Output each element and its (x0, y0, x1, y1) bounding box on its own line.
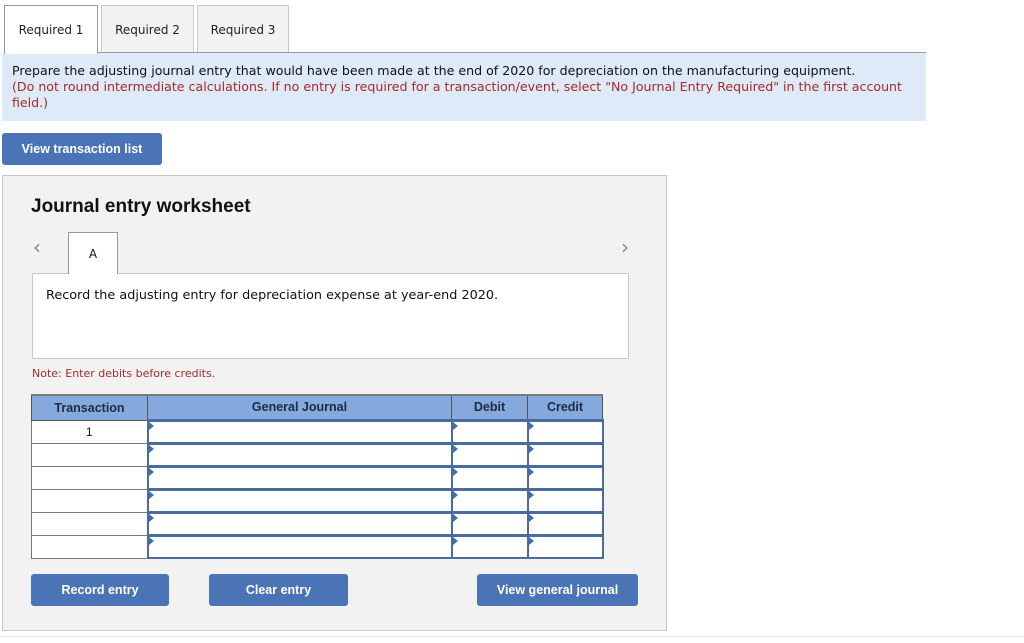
account-dropdown[interactable] (149, 422, 451, 442)
instructions-note: (Do not round intermediate calculations.… (12, 79, 902, 110)
account-dropdown[interactable] (149, 445, 451, 465)
worksheet-title: Journal entry worksheet (31, 196, 251, 217)
debits-before-credits-note: Note: Enter debits before credits. (32, 367, 216, 380)
cell-marker-icon (528, 490, 534, 499)
credit-input[interactable] (529, 468, 602, 488)
instructions-main: Prepare the adjusting journal entry that… (12, 63, 856, 78)
view-transaction-list-button[interactable]: View transaction list (2, 133, 162, 165)
credit-input[interactable] (529, 491, 602, 511)
cell-marker-icon (148, 536, 154, 545)
cell-marker-icon (452, 421, 458, 430)
debit-input-cell[interactable] (450, 533, 529, 559)
chevron-right-icon[interactable]: › (621, 236, 629, 258)
cell-marker-icon (528, 421, 534, 430)
debit-input[interactable] (453, 468, 527, 488)
cell-marker-icon (148, 490, 154, 499)
cell-marker-icon (528, 536, 534, 545)
tab-required-3[interactable]: Required 3 (197, 5, 289, 53)
account-dropdown[interactable] (149, 491, 451, 511)
account-dropdown-cell[interactable] (146, 464, 453, 490)
credit-input-cell[interactable] (526, 533, 604, 559)
account-dropdown-cell[interactable] (146, 533, 453, 559)
cell-marker-icon (528, 444, 534, 453)
account-dropdown[interactable] (149, 514, 451, 534)
transaction-cell (31, 488, 148, 513)
debit-input-cell[interactable] (450, 441, 529, 467)
transaction-cell (31, 511, 148, 536)
cell-marker-icon (452, 490, 458, 499)
debit-input[interactable] (453, 422, 527, 442)
credit-input-cell[interactable] (526, 510, 604, 536)
record-entry-button[interactable]: Record entry (31, 574, 169, 606)
account-dropdown-cell[interactable] (146, 487, 453, 513)
cell-marker-icon (452, 513, 458, 522)
credit-input[interactable] (529, 514, 602, 534)
journal-table: Transaction General Journal Debit Credit… (31, 394, 604, 559)
cell-marker-icon (452, 467, 458, 476)
page-bottom-divider (0, 636, 1024, 637)
entry-prompt-text: Record the adjusting entry for depreciat… (46, 288, 499, 303)
credit-input-cell[interactable] (526, 487, 604, 513)
journal-row (31, 510, 604, 536)
cell-marker-icon (528, 467, 534, 476)
cell-marker-icon (148, 467, 154, 476)
account-dropdown-cell[interactable] (146, 441, 453, 467)
journal-row (31, 533, 604, 559)
journal-row: 1 (31, 418, 604, 444)
header-general-journal: General Journal (147, 394, 452, 421)
requirement-tabs: Required 1 Required 2 Required 3 (4, 5, 292, 54)
cell-marker-icon (452, 536, 458, 545)
step-tab-a[interactable]: A (68, 232, 118, 274)
cell-marker-icon (148, 513, 154, 522)
transaction-cell: 1 (31, 419, 148, 444)
journal-entry-worksheet: Journal entry worksheet ‹ › A Record the… (2, 175, 667, 631)
header-debit: Debit (451, 394, 528, 421)
credit-input[interactable] (529, 445, 602, 465)
debit-input-cell[interactable] (450, 464, 529, 490)
credit-input[interactable] (529, 537, 602, 558)
account-dropdown-cell[interactable] (146, 510, 453, 536)
debit-input[interactable] (453, 537, 527, 558)
transaction-cell (31, 442, 148, 467)
cell-marker-icon (452, 444, 458, 453)
credit-input-cell[interactable] (526, 464, 604, 490)
header-transaction: Transaction (31, 394, 148, 421)
journal-table-header: Transaction General Journal Debit Credit (31, 394, 603, 421)
transaction-cell (31, 534, 148, 559)
debit-input-cell[interactable] (450, 510, 529, 536)
account-dropdown[interactable] (149, 537, 451, 558)
cell-marker-icon (528, 513, 534, 522)
debit-input-cell[interactable] (450, 418, 529, 444)
account-dropdown-cell[interactable] (146, 418, 453, 444)
journal-row (31, 464, 604, 490)
debit-input[interactable] (453, 491, 527, 511)
clear-entry-button[interactable]: Clear entry (209, 574, 348, 606)
credit-input[interactable] (529, 422, 602, 442)
debit-input[interactable] (453, 445, 527, 465)
debit-input[interactable] (453, 514, 527, 534)
entry-prompt: Record the adjusting entry for depreciat… (32, 273, 629, 359)
instructions-banner: Prepare the adjusting journal entry that… (2, 53, 926, 121)
transaction-cell (31, 465, 148, 490)
credit-input-cell[interactable] (526, 441, 604, 467)
journal-row (31, 487, 604, 513)
cell-marker-icon (148, 444, 154, 453)
view-general-journal-button[interactable]: View general journal (477, 574, 638, 606)
cell-marker-icon (148, 421, 154, 430)
chevron-left-icon[interactable]: ‹ (33, 236, 41, 258)
debit-input-cell[interactable] (450, 487, 529, 513)
credit-input-cell[interactable] (526, 418, 604, 444)
header-credit: Credit (527, 394, 603, 421)
account-dropdown[interactable] (149, 468, 451, 488)
journal-row (31, 441, 604, 467)
tab-required-1[interactable]: Required 1 (4, 5, 98, 54)
tab-required-2[interactable]: Required 2 (101, 5, 194, 53)
